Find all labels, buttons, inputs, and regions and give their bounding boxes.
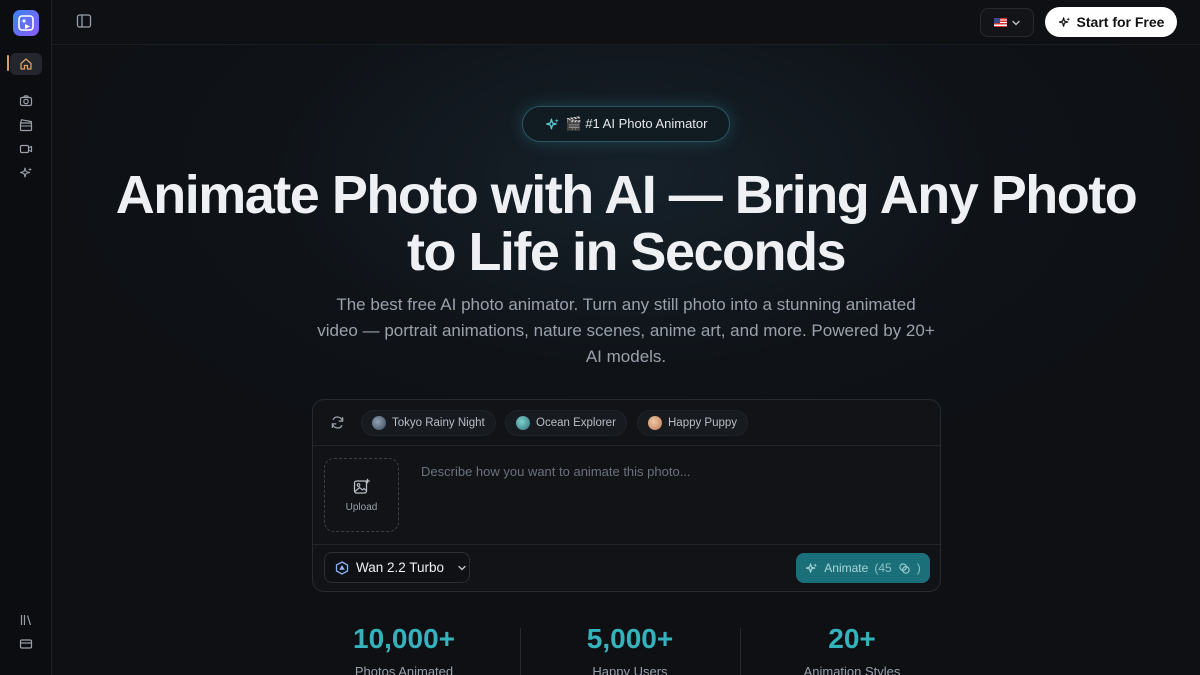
credit-card-icon [19, 639, 33, 649]
sidebar-item-home[interactable] [10, 53, 42, 75]
sidebar-item-library[interactable] [10, 609, 42, 631]
headline-line-2: to Life in Seconds [406, 222, 847, 282]
sidebar-toggle-button[interactable] [76, 13, 94, 31]
chip-label: Happy Puppy [668, 417, 738, 429]
stats-row: 10,000+ Photos Animated 5,000+ Happy Use… [52, 623, 1200, 675]
camera-icon [19, 95, 33, 107]
animate-label: Animate [824, 561, 869, 575]
credit-cost-close: ) [916, 561, 921, 575]
image-plus-icon [353, 478, 370, 494]
video-camera-icon [19, 144, 33, 154]
stat-label: Photos Animated [354, 664, 454, 675]
animate-button[interactable]: Animate (45 ) [796, 553, 930, 583]
hero-badge: 🎬 #1 AI Photo Animator [522, 106, 730, 142]
sparkles-icon [1058, 16, 1070, 27]
upload-image-button[interactable]: Upload [324, 458, 399, 532]
chip-label: Tokyo Rainy Night [392, 417, 485, 429]
us-flag-icon [993, 18, 1007, 27]
stat-value: 10,000+ [353, 623, 455, 654]
model-selector[interactable]: Wan 2.2 Turbo [324, 552, 470, 583]
hero-badge-label: 🎬 #1 AI Photo Animator [565, 116, 708, 131]
active-indicator [7, 55, 9, 71]
stat-value: 20+ [828, 623, 876, 654]
animation-prompt-input[interactable] [421, 464, 921, 534]
refresh-examples-button[interactable] [330, 415, 346, 431]
sparkles-icon [19, 167, 32, 178]
animate-composer: Tokyo Rainy Night Ocean Explorer Happy P… [312, 399, 941, 592]
page-title: Animate Photo with AI — Bring Any Photo … [52, 167, 1200, 281]
start-for-free-button[interactable]: Start for Free [1045, 7, 1177, 37]
coins-icon [899, 562, 910, 574]
stat-divider [740, 628, 741, 675]
stat-label: Animation Styles [803, 664, 901, 675]
credit-cost: (45 [874, 561, 892, 575]
sparkles-icon [806, 562, 818, 573]
chip-thumbnail [516, 416, 530, 430]
headline-line-1: Animate Photo with AI — Bring Any Photo [115, 165, 1138, 225]
composer-divider [313, 544, 940, 545]
upload-label: Upload [345, 501, 378, 513]
stat-animation-styles: 20+ Animation Styles [742, 623, 962, 675]
example-chip-puppy[interactable]: Happy Puppy [637, 410, 749, 436]
start-button-label: Start for Free [1076, 14, 1165, 30]
stat-photos-animated: 10,000+ Photos Animated [294, 623, 514, 675]
stat-label: Happy Users [592, 664, 668, 675]
app-logo[interactable] [13, 10, 39, 36]
example-chip-ocean[interactable]: Ocean Explorer [505, 410, 627, 436]
refresh-icon [331, 416, 344, 429]
model-label: Wan 2.2 Turbo [356, 560, 445, 575]
topbar: Start for Free [52, 0, 1200, 45]
home-icon [20, 58, 32, 70]
hero-subheading: The best free AI photo animator. Turn an… [317, 295, 935, 366]
sidebar-item-video[interactable] [10, 138, 42, 160]
stat-happy-users: 5,000+ Happy Users [520, 623, 740, 675]
example-chips-row: Tokyo Rainy Night Ocean Explorer Happy P… [313, 400, 940, 446]
chevron-down-icon [458, 565, 466, 570]
sidebar-item-clapper[interactable] [10, 114, 42, 136]
panel-left-icon [76, 14, 92, 28]
logo-icon [18, 15, 34, 31]
chip-label: Ocean Explorer [536, 417, 616, 429]
main-content: 🎬 #1 AI Photo Animator Animate Photo wit… [52, 45, 1200, 675]
sparkles-icon [545, 118, 559, 129]
chevron-down-icon [1011, 20, 1020, 25]
model-logo-icon [335, 560, 349, 575]
chip-thumbnail [648, 416, 662, 430]
sidebar-item-effects[interactable] [10, 162, 42, 184]
example-chip-tokyo[interactable]: Tokyo Rainy Night [361, 410, 496, 436]
sidebar-item-photo[interactable] [10, 90, 42, 112]
chip-thumbnail [372, 416, 386, 430]
stat-value: 5,000+ [586, 623, 674, 654]
library-icon [20, 615, 32, 626]
language-selector[interactable] [980, 8, 1034, 37]
sidebar-item-billing[interactable] [10, 633, 42, 655]
credit-cost-value: 45 [878, 561, 892, 575]
clapperboard-icon [19, 119, 33, 132]
sidebar [0, 0, 52, 675]
